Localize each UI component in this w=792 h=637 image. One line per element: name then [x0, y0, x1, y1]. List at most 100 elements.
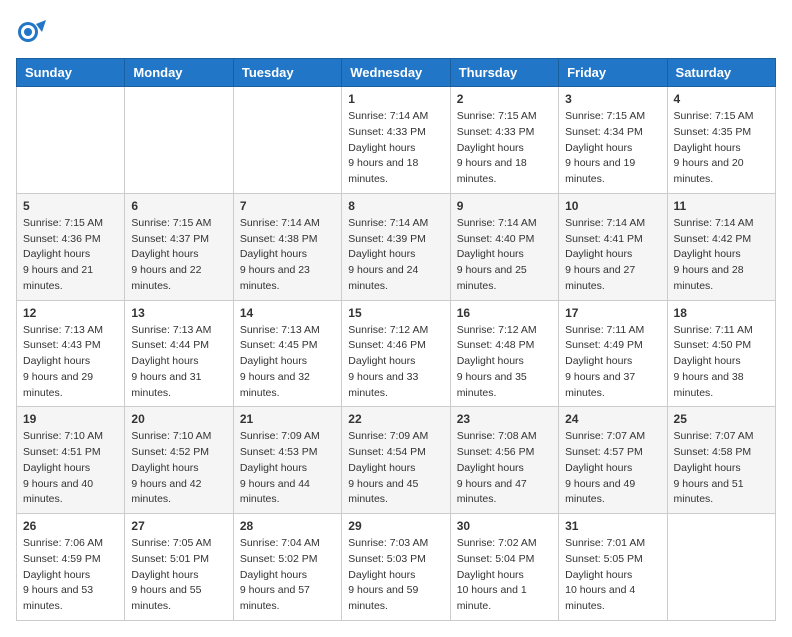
calendar-cell: 3 Sunrise: 7:15 AMSunset: 4:34 PMDaylight… [559, 87, 667, 194]
calendar-cell: 5 Sunrise: 7:15 AMSunset: 4:36 PMDaylight… [17, 193, 125, 300]
day-number: 28 [240, 519, 335, 533]
calendar-cell: 10 Sunrise: 7:14 AMSunset: 4:41 PMDayligh… [559, 193, 667, 300]
day-info: Sunrise: 7:11 AMSunset: 4:49 PMDaylight … [565, 323, 660, 402]
calendar-cell: 20 Sunrise: 7:10 AMSunset: 4:52 PMDayligh… [125, 407, 233, 514]
day-number: 23 [457, 412, 552, 426]
calendar-cell: 23 Sunrise: 7:08 AMSunset: 4:56 PMDayligh… [450, 407, 558, 514]
calendar-cell: 29 Sunrise: 7:03 AMSunset: 5:03 PMDayligh… [342, 514, 450, 621]
calendar-cell: 25Sunrise: 7:07 AMSunset: 4:58 PMDayligh… [667, 407, 775, 514]
day-info: Sunrise: 7:13 AMSunset: 4:44 PMDaylight … [131, 323, 226, 402]
calendar-cell: 14 Sunrise: 7:13 AMSunset: 4:45 PMDayligh… [233, 300, 341, 407]
day-info: Sunrise: 7:15 AMSunset: 4:37 PMDaylight … [131, 216, 226, 295]
calendar-week-row: 1Sunrise: 7:14 AMSunset: 4:33 PMDaylight… [17, 87, 776, 194]
calendar-cell: 4 Sunrise: 7:15 AMSunset: 4:35 PMDaylight… [667, 87, 775, 194]
day-number: 24 [565, 412, 660, 426]
day-info: Sunrise: 7:14 AMSunset: 4:33 PMDaylight … [348, 109, 443, 188]
calendar-cell: 27 Sunrise: 7:05 AMSunset: 5:01 PMDayligh… [125, 514, 233, 621]
day-number: 13 [131, 306, 226, 320]
calendar-cell: 15Sunrise: 7:12 AMSunset: 4:46 PMDayligh… [342, 300, 450, 407]
day-number: 8 [348, 199, 443, 213]
calendar-cell: 30Sunrise: 7:02 AMSunset: 5:04 PMDayligh… [450, 514, 558, 621]
calendar-cell: 24 Sunrise: 7:07 AMSunset: 4:57 PMDayligh… [559, 407, 667, 514]
day-number: 30 [457, 519, 552, 533]
day-number: 3 [565, 92, 660, 106]
calendar-header-row: SundayMondayTuesdayWednesdayThursdayFrid… [17, 59, 776, 87]
day-number: 4 [674, 92, 769, 106]
day-number: 27 [131, 519, 226, 533]
day-number: 20 [131, 412, 226, 426]
day-number: 10 [565, 199, 660, 213]
calendar-cell: 1Sunrise: 7:14 AMSunset: 4:33 PMDaylight… [342, 87, 450, 194]
day-info: Sunrise: 7:14 AMSunset: 4:42 PMDaylight … [674, 216, 769, 295]
day-number: 17 [565, 306, 660, 320]
day-number: 26 [23, 519, 118, 533]
day-number: 19 [23, 412, 118, 426]
day-number: 14 [240, 306, 335, 320]
calendar-cell: 17 Sunrise: 7:11 AMSunset: 4:49 PMDayligh… [559, 300, 667, 407]
calendar-table: SundayMondayTuesdayWednesdayThursdayFrid… [16, 58, 776, 621]
day-info: Sunrise: 7:04 AMSunset: 5:02 PMDaylight … [240, 536, 335, 615]
calendar-week-row: 26 Sunrise: 7:06 AMSunset: 4:59 PMDayligh… [17, 514, 776, 621]
day-info: Sunrise: 7:15 AMSunset: 4:34 PMDaylight … [565, 109, 660, 188]
day-number: 11 [674, 199, 769, 213]
day-number: 21 [240, 412, 335, 426]
column-header-monday: Monday [125, 59, 233, 87]
day-info: Sunrise: 7:14 AMSunset: 4:41 PMDaylight … [565, 216, 660, 295]
calendar-cell: 12Sunrise: 7:13 AMSunset: 4:43 PMDayligh… [17, 300, 125, 407]
calendar-week-row: 12Sunrise: 7:13 AMSunset: 4:43 PMDayligh… [17, 300, 776, 407]
calendar-cell: 16 Sunrise: 7:12 AMSunset: 4:48 PMDayligh… [450, 300, 558, 407]
calendar-cell [667, 514, 775, 621]
day-number: 29 [348, 519, 443, 533]
column-header-wednesday: Wednesday [342, 59, 450, 87]
column-header-saturday: Saturday [667, 59, 775, 87]
calendar-cell: 21Sunrise: 7:09 AMSunset: 4:53 PMDayligh… [233, 407, 341, 514]
day-info: Sunrise: 7:14 AMSunset: 4:39 PMDaylight … [348, 216, 443, 295]
day-number: 2 [457, 92, 552, 106]
day-info: Sunrise: 7:11 AMSunset: 4:50 PMDaylight … [674, 323, 769, 402]
calendar-cell: 22Sunrise: 7:09 AMSunset: 4:54 PMDayligh… [342, 407, 450, 514]
day-number: 9 [457, 199, 552, 213]
day-number: 15 [348, 306, 443, 320]
day-info: Sunrise: 7:07 AMSunset: 4:57 PMDaylight … [565, 429, 660, 508]
column-header-thursday: Thursday [450, 59, 558, 87]
day-number: 18 [674, 306, 769, 320]
logo [16, 16, 52, 48]
day-info: Sunrise: 7:12 AMSunset: 4:48 PMDaylight … [457, 323, 552, 402]
column-header-friday: Friday [559, 59, 667, 87]
calendar-cell [233, 87, 341, 194]
day-info: Sunrise: 7:07 AMSunset: 4:58 PMDaylight … [674, 429, 769, 508]
calendar-cell: 8 Sunrise: 7:14 AMSunset: 4:39 PMDaylight… [342, 193, 450, 300]
calendar-cell: 2 Sunrise: 7:15 AMSunset: 4:33 PMDaylight… [450, 87, 558, 194]
day-info: Sunrise: 7:15 AMSunset: 4:33 PMDaylight … [457, 109, 552, 188]
calendar-cell [125, 87, 233, 194]
day-info: Sunrise: 7:03 AMSunset: 5:03 PMDaylight … [348, 536, 443, 615]
calendar-week-row: 5 Sunrise: 7:15 AMSunset: 4:36 PMDaylight… [17, 193, 776, 300]
calendar-cell: 7 Sunrise: 7:14 AMSunset: 4:38 PMDaylight… [233, 193, 341, 300]
calendar-cell: 26 Sunrise: 7:06 AMSunset: 4:59 PMDayligh… [17, 514, 125, 621]
calendar-week-row: 19 Sunrise: 7:10 AMSunset: 4:51 PMDayligh… [17, 407, 776, 514]
calendar-cell: 19 Sunrise: 7:10 AMSunset: 4:51 PMDayligh… [17, 407, 125, 514]
day-number: 5 [23, 199, 118, 213]
day-info: Sunrise: 7:05 AMSunset: 5:01 PMDaylight … [131, 536, 226, 615]
day-info: Sunrise: 7:13 AMSunset: 4:43 PMDaylight … [23, 323, 118, 402]
calendar-cell [17, 87, 125, 194]
day-info: Sunrise: 7:15 AMSunset: 4:36 PMDaylight … [23, 216, 118, 295]
day-info: Sunrise: 7:01 AMSunset: 5:05 PMDaylight … [565, 536, 660, 615]
day-info: Sunrise: 7:10 AMSunset: 4:51 PMDaylight … [23, 429, 118, 508]
day-number: 6 [131, 199, 226, 213]
day-number: 7 [240, 199, 335, 213]
column-header-tuesday: Tuesday [233, 59, 341, 87]
day-info: Sunrise: 7:13 AMSunset: 4:45 PMDaylight … [240, 323, 335, 402]
day-info: Sunrise: 7:08 AMSunset: 4:56 PMDaylight … [457, 429, 552, 508]
day-number: 16 [457, 306, 552, 320]
day-info: Sunrise: 7:15 AMSunset: 4:35 PMDaylight … [674, 109, 769, 188]
day-info: Sunrise: 7:10 AMSunset: 4:52 PMDaylight … [131, 429, 226, 508]
day-info: Sunrise: 7:14 AMSunset: 4:38 PMDaylight … [240, 216, 335, 295]
column-header-sunday: Sunday [17, 59, 125, 87]
calendar-cell: 6 Sunrise: 7:15 AMSunset: 4:37 PMDaylight… [125, 193, 233, 300]
day-info: Sunrise: 7:06 AMSunset: 4:59 PMDaylight … [23, 536, 118, 615]
calendar-cell: 9Sunrise: 7:14 AMSunset: 4:40 PMDaylight… [450, 193, 558, 300]
day-number: 22 [348, 412, 443, 426]
calendar-cell: 28 Sunrise: 7:04 AMSunset: 5:02 PMDayligh… [233, 514, 341, 621]
calendar-cell: 11 Sunrise: 7:14 AMSunset: 4:42 PMDayligh… [667, 193, 775, 300]
